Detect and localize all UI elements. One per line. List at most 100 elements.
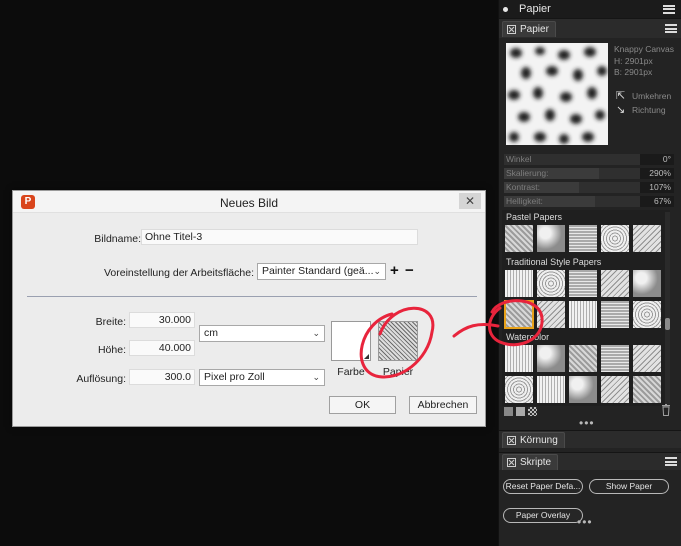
corner-triangle-icon [364, 354, 369, 359]
paper-thumb[interactable] [537, 270, 565, 297]
paper-texture-graphic [508, 47, 607, 144]
ok-button[interactable]: OK [329, 396, 396, 414]
cancel-button[interactable]: Abbrechen [409, 396, 477, 414]
tab-skripte[interactable]: Skripte [502, 453, 559, 470]
group-title: Pastel Papers [506, 212, 563, 222]
thumb-row [502, 225, 670, 252]
paper-thumb[interactable] [537, 301, 565, 328]
papier-label: Papier [382, 366, 414, 378]
paper-texture-swatch[interactable] [378, 321, 418, 361]
paper-thumb[interactable] [505, 345, 533, 372]
aufloesung-label: Auflösung: [76, 373, 126, 385]
koernung-section: Körnung [499, 430, 681, 448]
slider-skalierung-label: Skalierung: [506, 168, 549, 178]
tab-papier-label: Papier [520, 23, 549, 35]
scrollbar-thumb[interactable] [665, 318, 670, 330]
paper-thumb[interactable] [601, 225, 629, 252]
paper-thumb[interactable] [601, 301, 629, 328]
paper-width: B: 2901px [614, 67, 653, 77]
papier-menu-icon[interactable] [665, 24, 677, 33]
close-panel-icon[interactable] [507, 457, 516, 467]
paper-swatch-icon[interactable] [504, 406, 513, 416]
skripte-menu-icon[interactable] [665, 457, 677, 466]
slider-skalierung[interactable]: Skalierung: 290% [504, 168, 674, 179]
slider-kontrast[interactable]: Kontrast: 107% [504, 182, 674, 193]
resolution-unit-select[interactable]: Pixel pro Zoll ⌄ [199, 369, 325, 386]
palette-menu-icon[interactable] [663, 4, 675, 14]
close-panel-icon[interactable] [507, 24, 516, 34]
direction-button[interactable]: ↘ Richtung [616, 103, 666, 116]
palette-header[interactable]: Papier [499, 0, 681, 18]
screen: Papier Papier Knappy Canvas H: 2901px B:… [0, 0, 681, 546]
paper-thumb[interactable] [569, 376, 597, 403]
paper-thumb[interactable] [537, 345, 565, 372]
thumb-row [502, 345, 670, 372]
paper-thumb[interactable] [537, 225, 565, 252]
paper-thumb[interactable] [505, 270, 533, 297]
slider-kontrast-value[interactable]: 107% [640, 182, 674, 193]
palette-title: Papier [519, 3, 551, 15]
preset-select[interactable]: Painter Standard (geä... ⌄ [257, 263, 386, 280]
dialog-title: Neues Bild [219, 196, 279, 210]
slider-helligkeit-label: Helligkeit: [506, 196, 543, 206]
slider-winkel-value[interactable]: 0° [640, 154, 674, 165]
paper-thumb[interactable] [633, 225, 661, 252]
paper-thumb-selected[interactable] [504, 300, 534, 329]
aufloesung-input[interactable]: 300.0 [129, 369, 195, 385]
group-title: Traditional Style Papers [506, 257, 602, 267]
paper-thumb[interactable] [633, 270, 661, 297]
remove-preset-button[interactable]: − [405, 262, 414, 279]
paper-thumb[interactable] [601, 345, 629, 372]
thumb-row [502, 270, 670, 297]
paper-thumb[interactable] [537, 376, 565, 403]
bildname-input[interactable]: Ohne Titel-3 [141, 229, 418, 245]
paper-height: H: 2901px [614, 56, 653, 66]
papier-section-header: Papier [499, 18, 681, 38]
chevron-down-icon: ⌄ [312, 372, 320, 382]
paper-thumb[interactable] [569, 301, 597, 328]
slider-helligkeit[interactable]: Helligkeit: 67% [504, 196, 674, 207]
paper-thumb[interactable] [601, 376, 629, 403]
add-preset-button[interactable]: + [390, 262, 399, 279]
more-dots-icon[interactable]: ••• [579, 416, 595, 430]
paper-thumb[interactable] [505, 376, 533, 403]
invert-label: Umkehren [632, 90, 672, 101]
close-dialog-button[interactable]: ✕ [459, 193, 481, 209]
paper-thumb[interactable] [633, 345, 661, 372]
dialog-titlebar[interactable]: P Neues Bild ✕ [13, 191, 485, 213]
paper-thumb[interactable] [633, 301, 661, 328]
tab-koernung[interactable]: Körnung [502, 431, 565, 448]
slider-winkel[interactable]: Winkel 0° [504, 154, 674, 165]
trash-icon[interactable] [661, 404, 671, 416]
paper-color-swatch[interactable] [331, 321, 371, 361]
square-icon[interactable] [516, 406, 525, 416]
paper-library: Pastel Papers Traditional Style Papers W… [502, 210, 670, 406]
preset-select-value: Painter Standard (geä... [262, 265, 374, 277]
more-dots-icon[interactable]: ••• [577, 515, 593, 529]
paper-thumb[interactable] [601, 270, 629, 297]
paper-thumb[interactable] [505, 225, 533, 252]
paper-thumb[interactable] [569, 345, 597, 372]
hoehe-input[interactable]: 40.000 [129, 340, 195, 356]
tab-papier[interactable]: Papier [502, 20, 556, 37]
resolution-unit-value: Pixel pro Zoll [204, 371, 265, 383]
paper-thumb[interactable] [633, 376, 661, 403]
slider-helligkeit-value[interactable]: 67% [640, 196, 674, 207]
slider-skalierung-value[interactable]: 290% [640, 168, 674, 179]
palette-dot-icon [503, 6, 508, 12]
paper-overlay-button[interactable]: Paper Overlay [503, 508, 583, 523]
unit-select[interactable]: cm ⌄ [199, 325, 325, 342]
invert-paper-button[interactable]: ⇱ Umkehren [616, 89, 671, 102]
close-panel-icon[interactable] [507, 435, 516, 445]
breite-input[interactable]: 30.000 [129, 312, 195, 328]
chevron-down-icon: ⌄ [312, 328, 320, 338]
paper-thumb[interactable] [569, 270, 597, 297]
checker-icon[interactable] [528, 406, 537, 416]
library-scrollbar[interactable] [665, 212, 670, 406]
tab-skripte-label: Skripte [520, 456, 552, 468]
slider-kontrast-label: Kontrast: [506, 182, 541, 192]
reset-paper-defaults-button[interactable]: Reset Paper Defa... [503, 479, 583, 494]
show-paper-button[interactable]: Show Paper [589, 479, 669, 494]
farbe-label: Farbe [337, 366, 365, 378]
paper-thumb[interactable] [569, 225, 597, 252]
